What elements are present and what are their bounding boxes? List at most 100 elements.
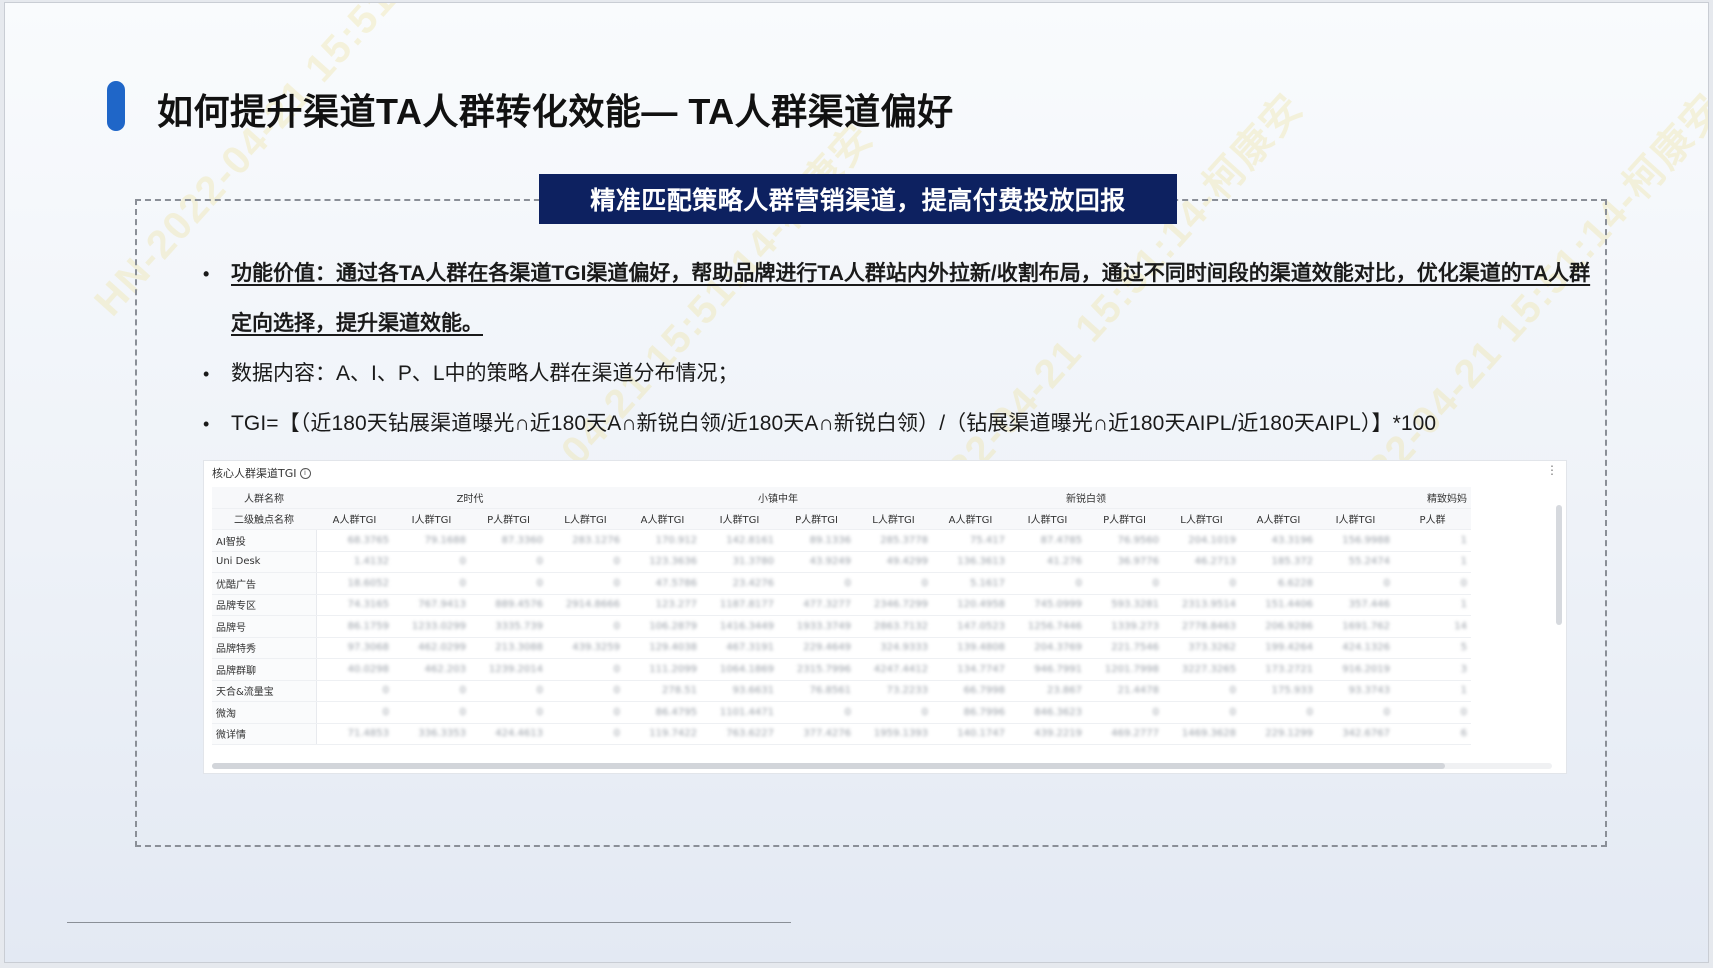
vertical-scrollbar[interactable]: [1556, 505, 1562, 625]
cell-value: 462.0299: [418, 642, 466, 654]
metric-header[interactable]: L人群TGI: [1163, 508, 1240, 530]
metric-header-row: 二级触点名称 A人群TGI I人群TGI P人群TGI L人群TGI A人群TGI I人群…: [212, 508, 1471, 530]
table-row[interactable]: 天合&流量宝 0 0 0 0 278.51 93.6631 76.8561 73.2233 66.…: [212, 680, 1471, 702]
metric-header[interactable]: I人群TGI: [701, 508, 778, 530]
title-accent-bar: [107, 81, 125, 131]
cell-value: 23.867: [1047, 685, 1082, 697]
cell-value: 2778.8463: [1181, 620, 1236, 632]
cell-value: 1416.3449: [719, 620, 774, 632]
cell-value: 134.7747: [957, 663, 1005, 675]
cell-value: 846.3623: [1034, 706, 1082, 718]
table-cell: 0: [547, 572, 624, 595]
metric-header[interactable]: I人群TGI: [1317, 508, 1394, 530]
table-cell: 229.4649: [778, 637, 855, 659]
cell-value: 357.446: [1348, 599, 1390, 611]
cell-value: 4247.4412: [873, 663, 928, 675]
table-row[interactable]: 微淘 0 0 0 0 86.4795 1101.4471 0 0 86.7996 846.3623 0…: [212, 701, 1471, 724]
table-cell: 229.1299: [1240, 723, 1317, 745]
cell-value: 87.4785: [1040, 534, 1082, 546]
cell-value: 31.3780: [732, 556, 774, 568]
table-cell: 342.6767: [1317, 723, 1394, 745]
table-cell: 170.912: [624, 529, 701, 552]
table-scroll-area[interactable]: 人群名称 Z时代 小镇中年 新锐白领 精致妈妈 二级触点名称 A人群TGI I人群TGI…: [212, 487, 1552, 759]
cell-value: 123.277: [655, 599, 697, 611]
table-cell: 283.1276: [547, 529, 624, 552]
cell-value: 0: [613, 620, 620, 632]
metric-header[interactable]: A人群TGI: [1240, 508, 1317, 530]
bullet-text: 数据内容：A、I、P、L中的策略人群在渠道分布情况；: [231, 362, 739, 385]
table-cell: 377.4276: [778, 723, 855, 745]
metric-header[interactable]: L人群TGI: [855, 508, 932, 530]
table-cell: 87.4785: [1009, 529, 1086, 552]
table-row[interactable]: 品牌群聊 40.0298 462.203 1239.2014 0 111.2099 1064…: [212, 658, 1471, 681]
cell-value: 916.2019: [1342, 663, 1390, 675]
table-row[interactable]: AI智投 68.3765 79.1688 87.3360 283.1276 170.912…: [212, 529, 1471, 552]
cell-value: 1469.3628: [1181, 728, 1236, 740]
table-cell: 324.9333: [855, 637, 932, 659]
metric-header[interactable]: P人群TGI: [1086, 508, 1163, 530]
group-header: 精致妈妈: [1240, 487, 1471, 509]
table-cell: 439.3259: [547, 637, 624, 659]
table-row[interactable]: 微详情 71.4853 336.3353 424.4613 0 119.7422 763.6…: [212, 723, 1471, 745]
table-cell: 147.0523: [932, 615, 1009, 638]
cell-value: 0: [613, 577, 620, 589]
metric-header[interactable]: P人群TGI: [778, 508, 855, 530]
cell-value: 0: [1460, 577, 1467, 589]
table-cell: 1: [1394, 529, 1471, 552]
table-cell: 142.8161: [701, 529, 778, 552]
metric-header[interactable]: I人群TGI: [1009, 508, 1086, 530]
table-row[interactable]: 优酷广告 18.6052 0 0 0 47.5786 23.4276 0 0 5.1617 0 0 0 6…: [212, 572, 1471, 595]
table-cell: 593.3281: [1086, 594, 1163, 616]
cell-value: 0: [613, 663, 620, 675]
metric-header[interactable]: P人群: [1394, 508, 1471, 530]
table-cell: 1101.4471: [701, 701, 778, 724]
metric-header[interactable]: L人群TGI: [547, 508, 624, 530]
cell-value: 204.1019: [1188, 534, 1236, 546]
metric-header[interactable]: A人群TGI: [624, 508, 701, 530]
table-cell: 156.9988: [1317, 529, 1394, 552]
group-header: Z时代: [316, 487, 624, 509]
table-cell: 123.3636: [624, 551, 701, 573]
table-cell: 6: [1394, 723, 1471, 745]
cell-value: 1933.3749: [796, 620, 851, 632]
metric-header[interactable]: A人群TGI: [316, 508, 393, 530]
cell-value: 0: [536, 706, 543, 718]
table-cell: 946.7991: [1009, 658, 1086, 681]
table-cell: 68.3765: [316, 529, 393, 552]
cell-value: 0: [921, 577, 928, 589]
table-cell: 0: [855, 701, 932, 724]
table-cell: 119.7422: [624, 723, 701, 745]
table-cell: 0: [470, 572, 547, 595]
table-cell: 285.3778: [855, 529, 932, 552]
table-cell: 86.7996: [932, 701, 1009, 724]
table-cell: 0: [778, 572, 855, 595]
metric-header[interactable]: A人群TGI: [932, 508, 1009, 530]
cell-value: 342.6767: [1342, 728, 1390, 740]
table-row[interactable]: Uni Desk 1.4132 0 0 0 123.3636 31.3780 43.9249 4…: [212, 551, 1471, 573]
table-cell: 439.2219: [1009, 723, 1086, 745]
cell-value: 76.9560: [1117, 534, 1159, 546]
table-cell: 206.9286: [1240, 615, 1317, 638]
cell-value: 469.2777: [1111, 728, 1159, 740]
more-icon[interactable]: ⋮: [1546, 463, 1558, 477]
table-cell: 40.0298: [316, 658, 393, 681]
table-row[interactable]: 品牌特秀 97.3068 462.0299 213.3088 439.3259 129.4…: [212, 637, 1471, 659]
table-cell: 87.3360: [470, 529, 547, 552]
table-cell: 76.9560: [1086, 529, 1163, 552]
row-label: 品牌特秀: [212, 637, 317, 659]
cell-value: 946.7991: [1034, 663, 1082, 675]
metric-header[interactable]: I人群TGI: [393, 508, 470, 530]
table-cell: 204.1019: [1163, 529, 1240, 552]
cell-value: 0: [613, 685, 620, 697]
scrollbar-thumb[interactable]: [212, 763, 1445, 769]
table-row[interactable]: 品牌专区 74.3165 767.9413 889.4576 2914.8666 123.…: [212, 594, 1471, 616]
cell-value: 462.203: [424, 663, 466, 675]
table-row[interactable]: 品牌号 86.1759 1233.0299 3335.739 0 106.2879 1416…: [212, 615, 1471, 638]
table-cell: 0: [1394, 701, 1471, 724]
cell-value: 439.3259: [572, 642, 620, 654]
metric-header[interactable]: P人群TGI: [470, 508, 547, 530]
table-cell: 86.1759: [316, 615, 393, 638]
info-icon[interactable]: i: [299, 467, 311, 479]
horizontal-scrollbar[interactable]: [212, 763, 1552, 769]
table-cell: 1933.3749: [778, 615, 855, 638]
